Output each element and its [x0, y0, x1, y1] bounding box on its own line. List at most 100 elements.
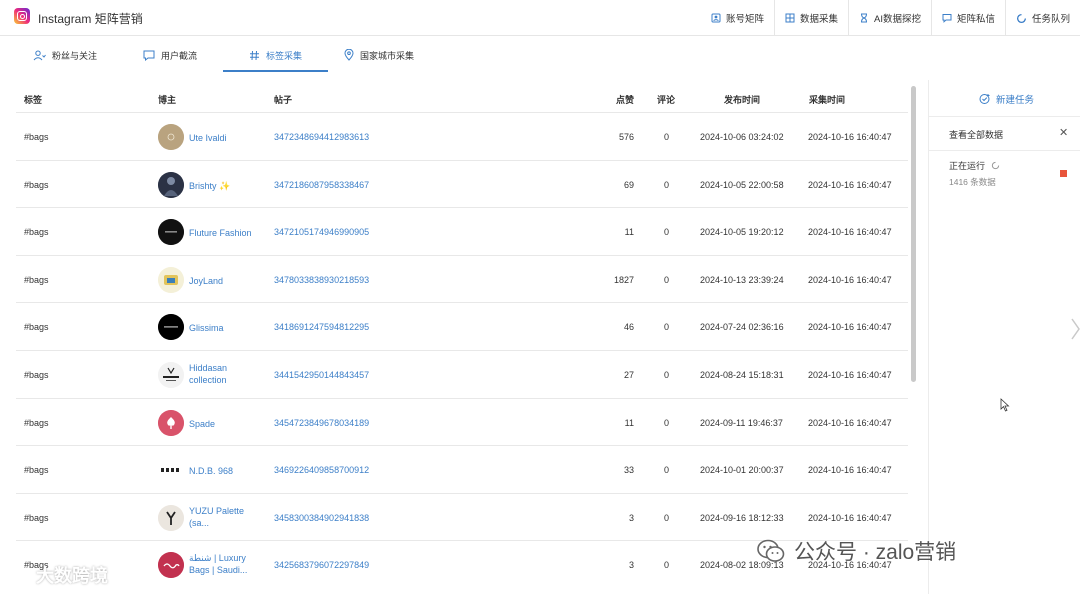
row-post-link[interactable]: 3472348694412983613 — [274, 132, 369, 142]
stop-task-button[interactable] — [1060, 170, 1067, 177]
row-tag: #bags — [24, 322, 49, 333]
row-collected: 2024-10-16 16:40:47 — [808, 369, 892, 380]
row-likes: 33 — [623, 465, 634, 476]
row-blogger[interactable]: شنطة | Luxury Bags | Saudi... — [189, 552, 259, 576]
row-blogger[interactable]: Fluture Fashion — [189, 227, 259, 239]
row-blogger[interactable]: JoyLand — [189, 275, 259, 287]
row-comments: 0 — [664, 274, 670, 285]
results-table: 标签 博主 帖子 点赞 评论 发布时间 采集时间 #bags Ute Ivald… — [16, 86, 908, 588]
row-post-link[interactable]: 3441542950144843457 — [274, 370, 369, 380]
row-comments: 0 — [664, 369, 670, 380]
avatar[interactable] — [158, 266, 184, 293]
row-tag: #bags — [24, 132, 49, 142]
avatar[interactable] — [158, 409, 184, 436]
row-likes: 3 — [628, 560, 634, 571]
table-row[interactable]: #bags Ute Ivaldi 3472348694412983613 576… — [16, 112, 908, 160]
row-collected: 2024-10-16 16:40:47 — [808, 417, 892, 428]
hashtag-icon — [250, 50, 259, 60]
row-post-link[interactable]: 3454723849678034189 — [274, 418, 369, 428]
avatar[interactable] — [158, 457, 184, 484]
avatar[interactable] — [158, 219, 184, 246]
avatar[interactable] — [158, 171, 184, 198]
message-icon — [942, 14, 952, 23]
wechat-icon — [757, 539, 785, 562]
row-collected: 2024-10-16 16:40:47 — [808, 322, 892, 333]
row-collected: 2024-10-16 16:40:47 — [808, 179, 892, 190]
table-row[interactable]: #bags YUZU Palette (sa... 34583003849029… — [16, 492, 908, 541]
row-blogger[interactable]: Brishty ✨ — [189, 180, 259, 192]
watermark-right-text: 公众号 · zalo营销 — [794, 541, 957, 564]
spinner-icon — [991, 161, 1000, 170]
row-published: 2024-10-01 20:00:37 — [700, 465, 784, 476]
row-post-link[interactable]: 3418691247594812295 — [274, 322, 369, 332]
header-collected[interactable]: 采集时间 — [809, 93, 845, 106]
header-comments[interactable]: 评论 — [657, 93, 675, 106]
row-post-link[interactable]: 3478033838930218593 — [274, 275, 369, 285]
avatar[interactable] — [158, 124, 184, 150]
table-row[interactable]: #bags Hiddasan collection 34415429501448… — [16, 349, 908, 398]
chevron-right-icon[interactable] — [1071, 318, 1080, 340]
users-icon — [33, 50, 46, 60]
new-task-button[interactable]: 新建任务 — [979, 92, 1034, 106]
row-published: 2024-10-13 23:39:24 — [700, 274, 784, 285]
avatar[interactable] — [158, 314, 184, 341]
row-likes: 3 — [628, 512, 634, 523]
header-published[interactable]: 发布时间 — [724, 93, 760, 106]
table-row[interactable]: #bags N.D.B. 968 3469226409858700912 33 … — [16, 445, 908, 493]
row-comments: 0 — [664, 465, 670, 476]
table-row[interactable]: #bags JoyLand 3478033838930218593 1827 0… — [16, 254, 908, 303]
tab-fans-follows[interactable]: 粉丝与关注 — [33, 38, 97, 72]
nav-task-queue[interactable]: 任务队列 — [1004, 0, 1080, 36]
row-blogger[interactable]: Hiddasan collection — [189, 362, 259, 386]
table-row[interactable]: #bags Glissima 3418691247594812295 46 0 … — [16, 302, 908, 350]
row-post-link[interactable]: 3458300384902941838 — [274, 513, 369, 523]
view-all-data-link[interactable]: 查看全部数据 — [949, 128, 1003, 141]
tab-user-interception[interactable]: 用户截流 — [143, 38, 197, 72]
row-likes: 576 — [618, 132, 634, 142]
row-comments: 0 — [664, 227, 670, 238]
row-blogger[interactable]: N.D.B. 968 — [189, 465, 259, 477]
row-published: 2024-09-16 18:12:33 — [700, 512, 784, 523]
table-row[interactable]: #bags Spade 3454723849678034189 11 0 202… — [16, 397, 908, 446]
table-row[interactable]: #bags Fluture Fashion 347210517494699090… — [16, 207, 908, 255]
header-likes[interactable]: 点赞 — [616, 93, 634, 106]
row-published: 2024-08-24 15:18:31 — [700, 369, 784, 380]
nav-data-collection[interactable]: 数据采集 — [773, 0, 848, 36]
task-data-count: 1416 条数据 — [949, 177, 996, 187]
tab-country-city[interactable]: 国家城市采集 — [344, 38, 414, 72]
row-post-link[interactable]: 3472186087958338467 — [274, 180, 369, 190]
nav-ai-mining[interactable]: AI数据探挖 — [847, 0, 931, 36]
row-blogger[interactable]: YUZU Palette (sa... — [189, 505, 259, 529]
tab-tag-collection[interactable]: 标签采集 — [249, 38, 302, 72]
avatar[interactable] — [158, 504, 184, 531]
header-tag[interactable]: 标签 — [24, 93, 42, 106]
divider — [929, 116, 1080, 117]
nav-matrix-dm[interactable]: 矩阵私信 — [930, 0, 1005, 36]
close-icon[interactable]: ✕ — [1059, 126, 1068, 139]
row-blogger[interactable]: Spade — [189, 418, 259, 430]
table-scrollbar[interactable] — [911, 86, 916, 382]
header-post[interactable]: 帖子 — [274, 93, 292, 106]
row-likes: 69 — [623, 179, 634, 190]
row-likes: 27 — [623, 369, 634, 380]
row-likes: 46 — [623, 322, 634, 333]
hourglass-icon — [860, 13, 867, 23]
row-blogger[interactable]: Glissima — [189, 322, 259, 334]
row-blogger[interactable]: Ute Ivaldi — [189, 132, 259, 144]
table-row[interactable]: #bags Brishty ✨ 3472186087958338467 69 0… — [16, 159, 908, 208]
row-post-link[interactable]: 3425683796072297849 — [274, 560, 369, 570]
row-tag: #bags — [24, 465, 49, 476]
row-collected: 2024-10-16 16:40:47 — [808, 512, 892, 523]
header-blogger[interactable]: 博主 — [158, 93, 176, 106]
avatar[interactable] — [158, 361, 184, 388]
row-tag: #bags — [24, 274, 49, 285]
row-post-link[interactable]: 3469226409858700912 — [274, 465, 369, 475]
nav-account-matrix[interactable]: 账号矩阵 — [701, 0, 774, 36]
account-icon — [711, 13, 721, 23]
table-header: 标签 博主 帖子 点赞 评论 发布时间 采集时间 — [16, 86, 908, 112]
row-collected: 2024-10-16 16:40:47 — [808, 227, 892, 238]
row-post-link[interactable]: 3472105174946990905 — [274, 227, 369, 237]
watermark-logo-icon — [11, 571, 27, 582]
row-collected: 2024-10-16 16:40:47 — [808, 274, 892, 285]
avatar[interactable] — [158, 552, 184, 579]
